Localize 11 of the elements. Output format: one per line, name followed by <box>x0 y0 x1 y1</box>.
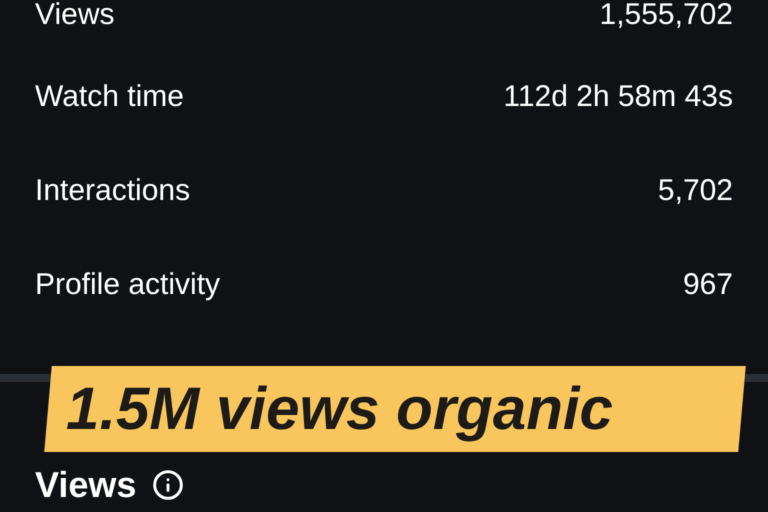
headline-text: 1.5M views organic <box>66 379 613 439</box>
stat-label: Interactions <box>35 176 190 206</box>
info-icon[interactable] <box>152 469 184 501</box>
stat-value: 112d 2h 58m 43s <box>503 82 733 112</box>
stat-value: 967 <box>682 270 733 300</box>
section-title: Views <box>35 467 136 503</box>
stat-label: Profile activity <box>35 270 220 300</box>
stat-value: 1,555,702 <box>600 0 733 30</box>
stat-value: 5,702 <box>658 176 733 206</box>
stat-label: Watch time <box>35 82 184 112</box>
stat-label: Views <box>35 0 114 30</box>
